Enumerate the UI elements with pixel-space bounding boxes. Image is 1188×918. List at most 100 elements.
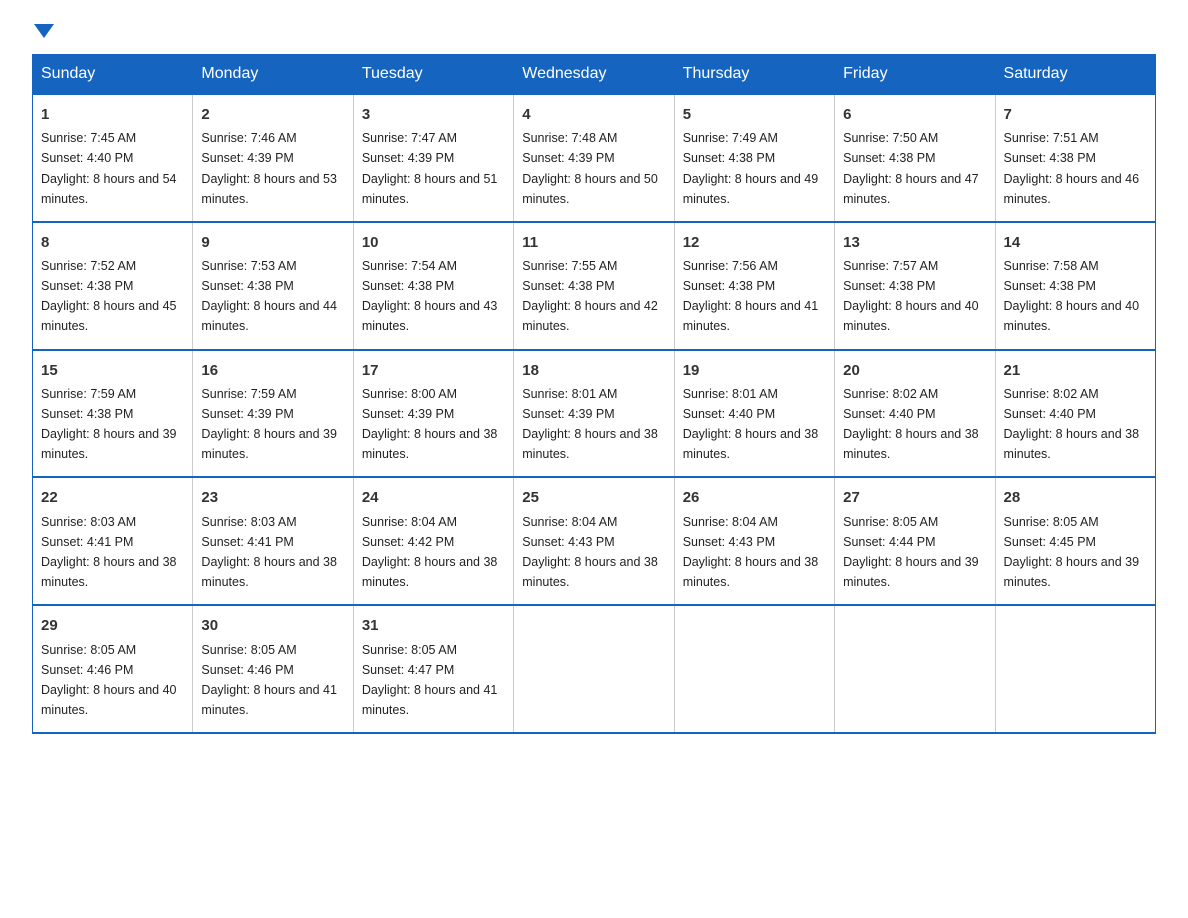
header-tuesday: Tuesday [353,55,513,95]
day-number: 26 [683,486,826,509]
header-thursday: Thursday [674,55,834,95]
week-row-3: 15 Sunrise: 7:59 AMSunset: 4:38 PMDayligh… [33,350,1156,478]
day-info: Sunrise: 7:59 AMSunset: 4:38 PMDaylight:… [41,387,177,461]
calendar-header-row: SundayMondayTuesdayWednesdayThursdayFrid… [33,55,1156,95]
day-cell-1: 1 Sunrise: 7:45 AMSunset: 4:40 PMDaylight… [33,94,193,222]
day-cell-26: 26 Sunrise: 8:04 AMSunset: 4:43 PMDayligh… [674,477,834,605]
day-number: 6 [843,103,986,126]
header-saturday: Saturday [995,55,1155,95]
day-info: Sunrise: 7:46 AMSunset: 4:39 PMDaylight:… [201,131,337,205]
week-row-2: 8 Sunrise: 7:52 AMSunset: 4:38 PMDaylight… [33,222,1156,350]
day-cell-30: 30 Sunrise: 8:05 AMSunset: 4:46 PMDayligh… [193,605,353,733]
day-cell-17: 17 Sunrise: 8:00 AMSunset: 4:39 PMDayligh… [353,350,513,478]
day-cell-20: 20Sunrise: 8:02 AMSunset: 4:40 PMDayligh… [835,350,995,478]
day-cell-14: 14 Sunrise: 7:58 AMSunset: 4:38 PMDayligh… [995,222,1155,350]
day-cell-28: 28 Sunrise: 8:05 AMSunset: 4:45 PMDayligh… [995,477,1155,605]
day-info: Sunrise: 7:55 AMSunset: 4:38 PMDaylight:… [522,259,658,333]
day-cell-15: 15 Sunrise: 7:59 AMSunset: 4:38 PMDayligh… [33,350,193,478]
day-cell-7: 7 Sunrise: 7:51 AMSunset: 4:38 PMDaylight… [995,94,1155,222]
day-cell-4: 4Sunrise: 7:48 AMSunset: 4:39 PMDaylight… [514,94,674,222]
logo-text [32,24,54,42]
week-row-5: 29 Sunrise: 8:05 AMSunset: 4:46 PMDayligh… [33,605,1156,733]
day-cell-25: 25 Sunrise: 8:04 AMSunset: 4:43 PMDayligh… [514,477,674,605]
day-cell-16: 16 Sunrise: 7:59 AMSunset: 4:39 PMDayligh… [193,350,353,478]
day-number: 12 [683,231,826,254]
week-row-4: 22 Sunrise: 8:03 AMSunset: 4:41 PMDayligh… [33,477,1156,605]
day-number: 1 [41,103,184,126]
day-info: Sunrise: 8:01 AMSunset: 4:39 PMDaylight:… [522,387,658,461]
empty-cell [835,605,995,733]
day-info: Sunrise: 7:58 AMSunset: 4:38 PMDaylight:… [1004,259,1140,333]
day-info: Sunrise: 8:03 AMSunset: 4:41 PMDaylight:… [41,515,177,589]
day-info: Sunrise: 8:04 AMSunset: 4:43 PMDaylight:… [522,515,658,589]
day-info: Sunrise: 7:51 AMSunset: 4:38 PMDaylight:… [1004,131,1140,205]
day-number: 10 [362,231,505,254]
day-number: 23 [201,486,344,509]
day-info: Sunrise: 8:01 AMSunset: 4:40 PMDaylight:… [683,387,819,461]
day-number: 29 [41,614,184,637]
day-info: Sunrise: 8:05 AMSunset: 4:46 PMDaylight:… [201,643,337,717]
day-number: 28 [1004,486,1147,509]
day-number: 27 [843,486,986,509]
day-info: Sunrise: 7:56 AMSunset: 4:38 PMDaylight:… [683,259,819,333]
empty-cell [995,605,1155,733]
day-number: 14 [1004,231,1147,254]
day-number: 16 [201,359,344,382]
day-number: 8 [41,231,184,254]
day-number: 15 [41,359,184,382]
day-info: Sunrise: 7:59 AMSunset: 4:39 PMDaylight:… [201,387,337,461]
day-number: 21 [1004,359,1147,382]
day-cell-3: 3 Sunrise: 7:47 AMSunset: 4:39 PMDaylight… [353,94,513,222]
day-info: Sunrise: 7:47 AMSunset: 4:39 PMDaylight:… [362,131,498,205]
day-info: Sunrise: 8:05 AMSunset: 4:46 PMDaylight:… [41,643,177,717]
logo [32,24,54,38]
day-number: 25 [522,486,665,509]
day-info: Sunrise: 8:04 AMSunset: 4:43 PMDaylight:… [683,515,819,589]
day-number: 30 [201,614,344,637]
day-number: 22 [41,486,184,509]
day-number: 18 [522,359,665,382]
day-info: Sunrise: 8:00 AMSunset: 4:39 PMDaylight:… [362,387,498,461]
day-info: Sunrise: 7:57 AMSunset: 4:38 PMDaylight:… [843,259,979,333]
day-number: 24 [362,486,505,509]
day-cell-31: 31Sunrise: 8:05 AMSunset: 4:47 PMDayligh… [353,605,513,733]
day-cell-22: 22 Sunrise: 8:03 AMSunset: 4:41 PMDayligh… [33,477,193,605]
day-cell-27: 27 Sunrise: 8:05 AMSunset: 4:44 PMDayligh… [835,477,995,605]
day-cell-8: 8 Sunrise: 7:52 AMSunset: 4:38 PMDaylight… [33,222,193,350]
day-cell-2: 2 Sunrise: 7:46 AMSunset: 4:39 PMDaylight… [193,94,353,222]
day-cell-18: 18 Sunrise: 8:01 AMSunset: 4:39 PMDayligh… [514,350,674,478]
day-info: Sunrise: 8:02 AMSunset: 4:40 PMDaylight:… [1004,387,1140,461]
day-number: 7 [1004,103,1147,126]
day-number: 13 [843,231,986,254]
day-cell-9: 9Sunrise: 7:53 AMSunset: 4:38 PMDaylight… [193,222,353,350]
day-cell-23: 23Sunrise: 8:03 AMSunset: 4:41 PMDayligh… [193,477,353,605]
day-info: Sunrise: 8:05 AMSunset: 4:44 PMDaylight:… [843,515,979,589]
day-number: 2 [201,103,344,126]
header-wednesday: Wednesday [514,55,674,95]
day-cell-12: 12 Sunrise: 7:56 AMSunset: 4:38 PMDayligh… [674,222,834,350]
day-number: 17 [362,359,505,382]
day-number: 11 [522,231,665,254]
day-info: Sunrise: 7:52 AMSunset: 4:38 PMDaylight:… [41,259,177,333]
empty-cell [674,605,834,733]
day-info: Sunrise: 7:50 AMSunset: 4:38 PMDaylight:… [843,131,979,205]
day-cell-10: 10Sunrise: 7:54 AMSunset: 4:38 PMDayligh… [353,222,513,350]
day-cell-24: 24 Sunrise: 8:04 AMSunset: 4:42 PMDayligh… [353,477,513,605]
day-number: 3 [362,103,505,126]
page: SundayMondayTuesdayWednesdayThursdayFrid… [0,0,1188,766]
header [32,24,1156,38]
day-cell-21: 21 Sunrise: 8:02 AMSunset: 4:40 PMDayligh… [995,350,1155,478]
header-monday: Monday [193,55,353,95]
week-row-1: 1 Sunrise: 7:45 AMSunset: 4:40 PMDaylight… [33,94,1156,222]
logo-triangle-icon [34,24,54,38]
day-number: 5 [683,103,826,126]
day-cell-19: 19Sunrise: 8:01 AMSunset: 4:40 PMDayligh… [674,350,834,478]
day-info: Sunrise: 8:05 AMSunset: 4:45 PMDaylight:… [1004,515,1140,589]
day-info: Sunrise: 7:49 AMSunset: 4:38 PMDaylight:… [683,131,819,205]
day-info: Sunrise: 8:05 AMSunset: 4:47 PMDaylight:… [362,643,498,717]
day-info: Sunrise: 8:04 AMSunset: 4:42 PMDaylight:… [362,515,498,589]
day-info: Sunrise: 7:45 AMSunset: 4:40 PMDaylight:… [41,131,177,205]
day-cell-11: 11 Sunrise: 7:55 AMSunset: 4:38 PMDayligh… [514,222,674,350]
day-info: Sunrise: 8:02 AMSunset: 4:40 PMDaylight:… [843,387,979,461]
day-number: 9 [201,231,344,254]
